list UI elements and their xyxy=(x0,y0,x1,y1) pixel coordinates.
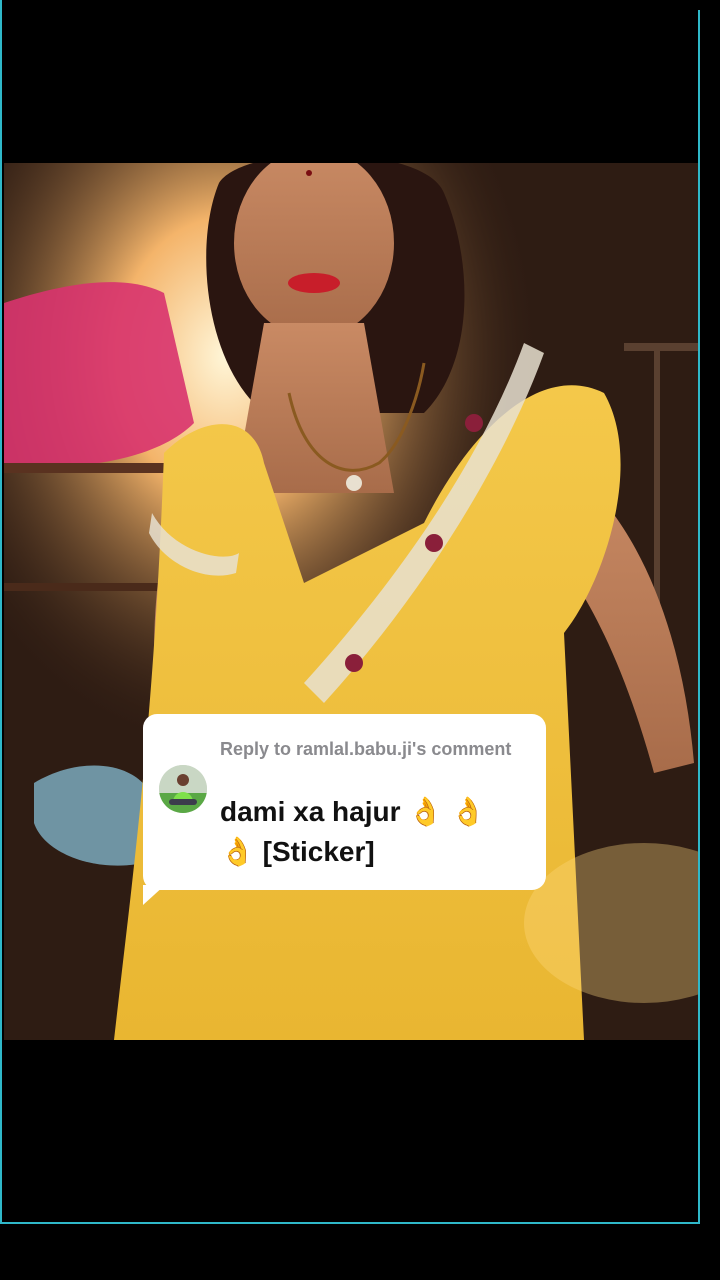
video-scene-illustration xyxy=(4,163,698,1040)
reply-card-tail xyxy=(143,885,165,905)
frame-line-right xyxy=(698,10,700,1224)
reply-comment-card[interactable]: Reply to ramlal.babu.ji's comment dami x… xyxy=(143,714,546,890)
frame-line-bottom xyxy=(0,1222,700,1224)
reply-to-header: Reply to ramlal.babu.ji's comment xyxy=(220,739,512,759)
user-avatar[interactable] xyxy=(159,765,207,813)
frame-line-left xyxy=(0,0,2,1224)
video-frame[interactable] xyxy=(4,163,698,1040)
avatar-icon xyxy=(159,765,207,813)
video-player-screen[interactable]: Reply to ramlal.babu.ji's comment dami x… xyxy=(0,0,720,1280)
reply-comment-text: dami xa hajur 👌 👌 👌 [Sticker] xyxy=(220,796,486,867)
